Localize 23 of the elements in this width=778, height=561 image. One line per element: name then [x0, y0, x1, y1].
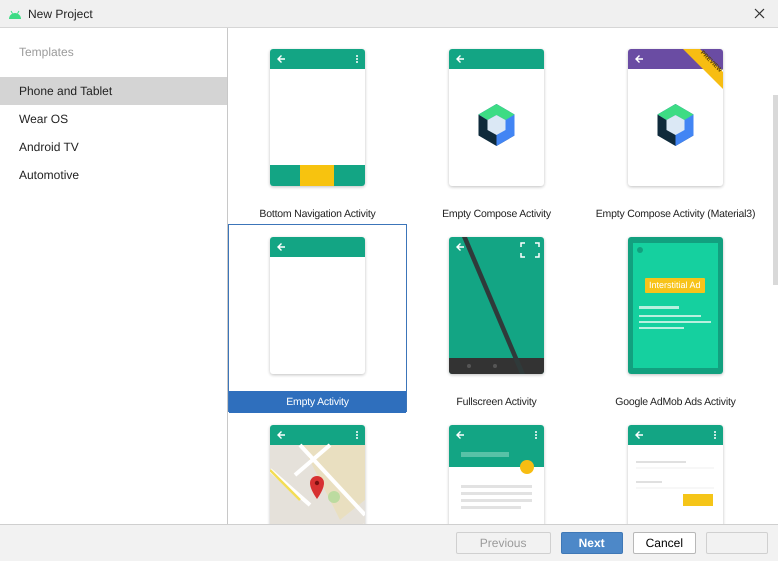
template-tile[interactable]: Interstitial Ad Google AdMob Ads Activity — [586, 224, 765, 412]
window-title: New Project — [28, 6, 93, 22]
template-tile[interactable]: Bottom Navigation Activity — [228, 36, 407, 224]
dialog-button[interactable]: Cancel — [632, 532, 696, 554]
close-icon[interactable] — [754, 8, 765, 19]
sidebar-heading: Templates — [18, 44, 75, 60]
sidebar-item[interactable]: Android TV — [0, 133, 227, 161]
template-name: Empty Activity — [229, 391, 406, 413]
template-tile[interactable]: Empty Activity — [228, 224, 407, 412]
template-name: Fullscreen Activity — [455, 395, 538, 410]
robot-icon — [8, 8, 22, 18]
template-tile[interactable]: Fullscreen Activity — [407, 224, 586, 412]
template-name: Google AdMob Ads Activity — [614, 395, 737, 410]
sidebar-item[interactable]: Automotive — [0, 161, 227, 189]
dialog-button[interactable]: Next — [560, 532, 623, 554]
template-name: Bottom Navigation Activity — [258, 207, 377, 222]
template-name: Empty Compose Activity — [441, 207, 552, 222]
sidebar-item[interactable]: Phone and Tablet — [0, 77, 227, 105]
sidebar-item[interactable]: Wear OS — [0, 105, 227, 133]
ad-label: Interstitial Ad — [645, 278, 705, 293]
template-tile[interactable]: Empty Compose Activity — [407, 36, 586, 224]
scrollbar-thumb[interactable] — [773, 95, 778, 285]
template-name: Empty Compose Activity (Material3) — [594, 207, 756, 222]
